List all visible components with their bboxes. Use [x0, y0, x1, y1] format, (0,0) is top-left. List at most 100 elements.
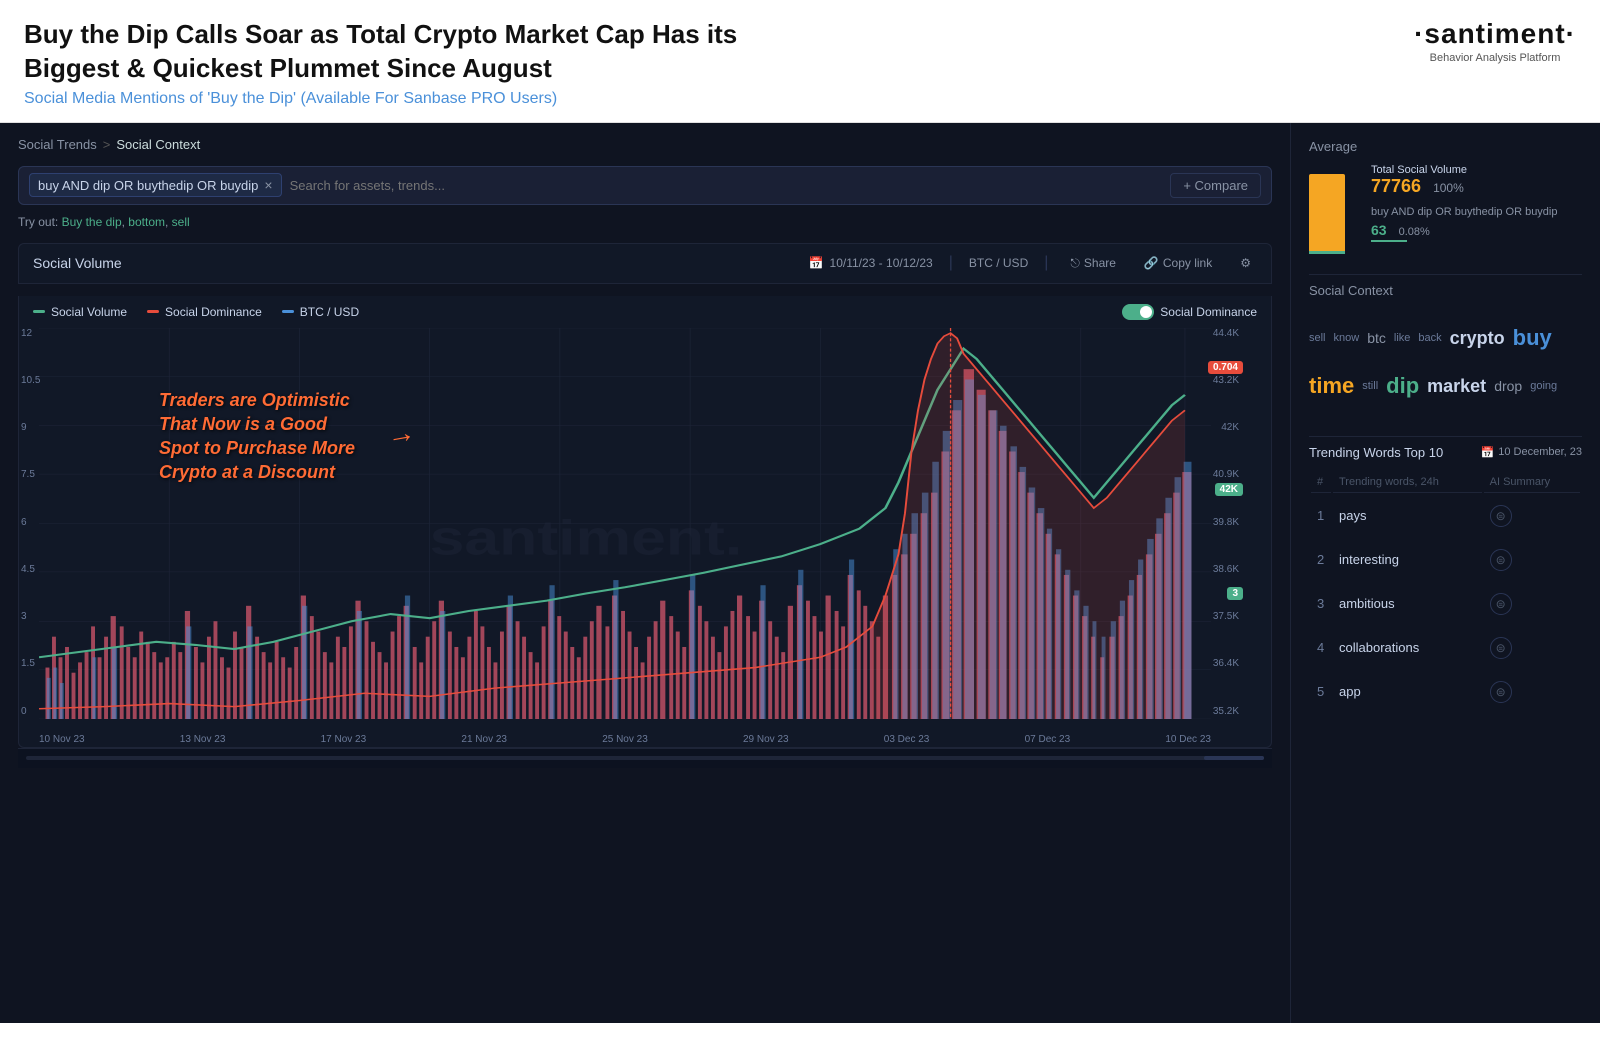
y-left-0: 0 — [21, 706, 40, 717]
col-summary: AI Summary — [1484, 472, 1580, 493]
annotation-line2: That Now is a Good — [159, 412, 355, 436]
legend-label-social-dominance: Social Dominance — [165, 305, 262, 319]
row-1-num: 1 — [1311, 495, 1331, 537]
y-right-35: 35.2K — [1213, 706, 1239, 717]
average-row: Total Social Volume 77766 100% buy AND d… — [1309, 164, 1582, 254]
breadcrumb-current: Social Context — [116, 137, 200, 152]
row-4-word: collaborations — [1333, 627, 1482, 669]
summary-icon-1[interactable]: ⊜ — [1490, 505, 1512, 527]
y-left-4-5: 4.5 — [21, 564, 40, 575]
annotation-line1: Traders are Optimistic — [159, 388, 355, 412]
avg-bar-green — [1309, 251, 1345, 254]
trending-date-text: 10 December, 23 — [1498, 446, 1582, 458]
currency-text: BTC / USD — [969, 256, 1028, 270]
word-crypto[interactable]: crypto — [1450, 320, 1505, 356]
chart-svg: santiment. — [39, 328, 1211, 719]
word-still[interactable]: still — [1362, 375, 1378, 397]
settings-button[interactable]: ⚙ — [1234, 254, 1257, 272]
tryout-link-buythedip[interactable]: Buy the dip — [62, 215, 122, 229]
gear-icon: ⚙ — [1240, 256, 1251, 270]
x-axis-labels: 10 Nov 23 13 Nov 23 17 Nov 23 21 Nov 23 … — [39, 734, 1211, 745]
y-right-40: 40.9K — [1213, 469, 1239, 480]
legend-label-btc-usd: BTC / USD — [300, 305, 359, 319]
search-term-close-icon[interactable]: × — [264, 177, 272, 193]
row-2-summary: ⊜ — [1484, 539, 1580, 581]
legend-social-dominance[interactable]: Social Dominance — [147, 305, 262, 319]
legend-social-volume[interactable]: Social Volume — [33, 305, 127, 319]
tryout-link-sell[interactable]: sell — [172, 215, 190, 229]
word-going[interactable]: going — [1530, 375, 1557, 397]
toggle-thumb — [1140, 306, 1152, 318]
legend-btc-usd[interactable]: BTC / USD — [282, 305, 359, 319]
average-title: Average — [1309, 139, 1582, 154]
search-term-tag[interactable]: buy AND dip OR buythedip OR buydip × — [29, 173, 282, 197]
breadcrumb-social-trends[interactable]: Social Trends — [18, 137, 97, 152]
tryout-section: Try out: Buy the dip, bottom, sell — [18, 215, 1272, 229]
avg-total-label: Total Social Volume — [1371, 164, 1582, 176]
avg-bar-orange — [1309, 174, 1345, 254]
social-dominance-toggle[interactable]: Social Dominance — [1122, 304, 1257, 320]
row-5-word: app — [1333, 671, 1482, 713]
divider-2 — [1309, 436, 1582, 437]
chart-scrollbar[interactable] — [18, 748, 1272, 768]
chart-currency[interactable]: BTC / USD — [969, 256, 1028, 270]
copy-link-button[interactable]: 🔗 Copy link — [1138, 254, 1218, 272]
word-know[interactable]: know — [1334, 327, 1360, 349]
row-5-summary: ⊜ — [1484, 671, 1580, 713]
y-left-1-5: 1.5 — [21, 658, 40, 669]
chart-legend: Social Volume Social Dominance BTC / USD… — [18, 296, 1272, 328]
compare-button[interactable]: + Compare — [1170, 173, 1261, 198]
legend-dot-btc-usd — [282, 310, 294, 313]
share-button[interactable]: ⎋ Share — [1064, 254, 1122, 273]
meta-sep-2: | — [1044, 254, 1048, 272]
brand-name: ·santiment· — [1414, 18, 1576, 50]
table-row: 4 collaborations ⊜ — [1311, 627, 1580, 669]
scrollbar-track[interactable] — [26, 756, 1264, 760]
copy-label: Copy link — [1163, 256, 1212, 270]
search-term-text: buy AND dip OR buythedip OR buydip — [38, 178, 258, 193]
main-layout: Social Trends > Social Context buy AND d… — [0, 123, 1600, 1023]
divider-1 — [1309, 274, 1582, 275]
tryout-link-bottom[interactable]: bottom — [128, 215, 165, 229]
avg-query-pct: 0.08% — [1399, 226, 1430, 238]
trending-table-header: # Trending words, 24h AI Summary — [1311, 472, 1580, 493]
article-title: Buy the Dip Calls Soar as Total Crypto M… — [24, 18, 784, 86]
chart-date-range: 📅 10/11/23 - 10/12/23 — [809, 256, 933, 270]
toggle-track[interactable] — [1122, 304, 1154, 320]
word-drop[interactable]: drop — [1494, 372, 1522, 400]
y-left-10-5: 10.5 — [21, 375, 40, 386]
header: Buy the Dip Calls Soar as Total Crypto M… — [0, 0, 1600, 123]
word-sell[interactable]: sell — [1309, 327, 1326, 349]
right-panel: Average Total Social Volume 77766 100% b… — [1290, 123, 1600, 1023]
x-label-8: 10 Dec 23 — [1165, 734, 1211, 745]
search-input[interactable] — [290, 178, 1163, 193]
word-like[interactable]: like — [1394, 327, 1411, 349]
x-label-2: 17 Nov 23 — [321, 734, 367, 745]
meta-sep-1: | — [949, 254, 953, 272]
summary-icon-3[interactable]: ⊜ — [1490, 593, 1512, 615]
avg-info: Total Social Volume 77766 100% buy AND d… — [1363, 164, 1582, 254]
word-time[interactable]: time — [1309, 364, 1354, 408]
word-market[interactable]: market — [1427, 368, 1486, 404]
x-label-4: 25 Nov 23 — [602, 734, 648, 745]
word-dip[interactable]: dip — [1386, 364, 1419, 408]
word-buy[interactable]: buy — [1513, 316, 1552, 360]
row-5-num: 5 — [1311, 671, 1331, 713]
share-icon: ⎋ — [1070, 256, 1080, 271]
y-right-37: 37.5K — [1213, 611, 1239, 622]
scrollbar-thumb[interactable] — [1204, 756, 1264, 760]
summary-icon-4[interactable]: ⊜ — [1490, 637, 1512, 659]
col-word: Trending words, 24h — [1333, 472, 1482, 493]
y-right-42: 42K — [1213, 422, 1239, 433]
row-1-summary: ⊜ — [1484, 495, 1580, 537]
avg-total-text: Total — [1371, 164, 1397, 176]
word-btc[interactable]: btc — [1367, 324, 1386, 352]
y-left-7-5: 7.5 — [21, 469, 40, 480]
search-bar: buy AND dip OR buythedip OR buydip × + C… — [18, 166, 1272, 205]
annotation-text: Traders are Optimistic That Now is a Goo… — [159, 388, 355, 485]
dominance-area — [872, 333, 1185, 719]
tryout-label: Try out: — [18, 215, 58, 229]
summary-icon-5[interactable]: ⊜ — [1490, 681, 1512, 703]
summary-icon-2[interactable]: ⊜ — [1490, 549, 1512, 571]
word-back[interactable]: back — [1418, 327, 1441, 349]
